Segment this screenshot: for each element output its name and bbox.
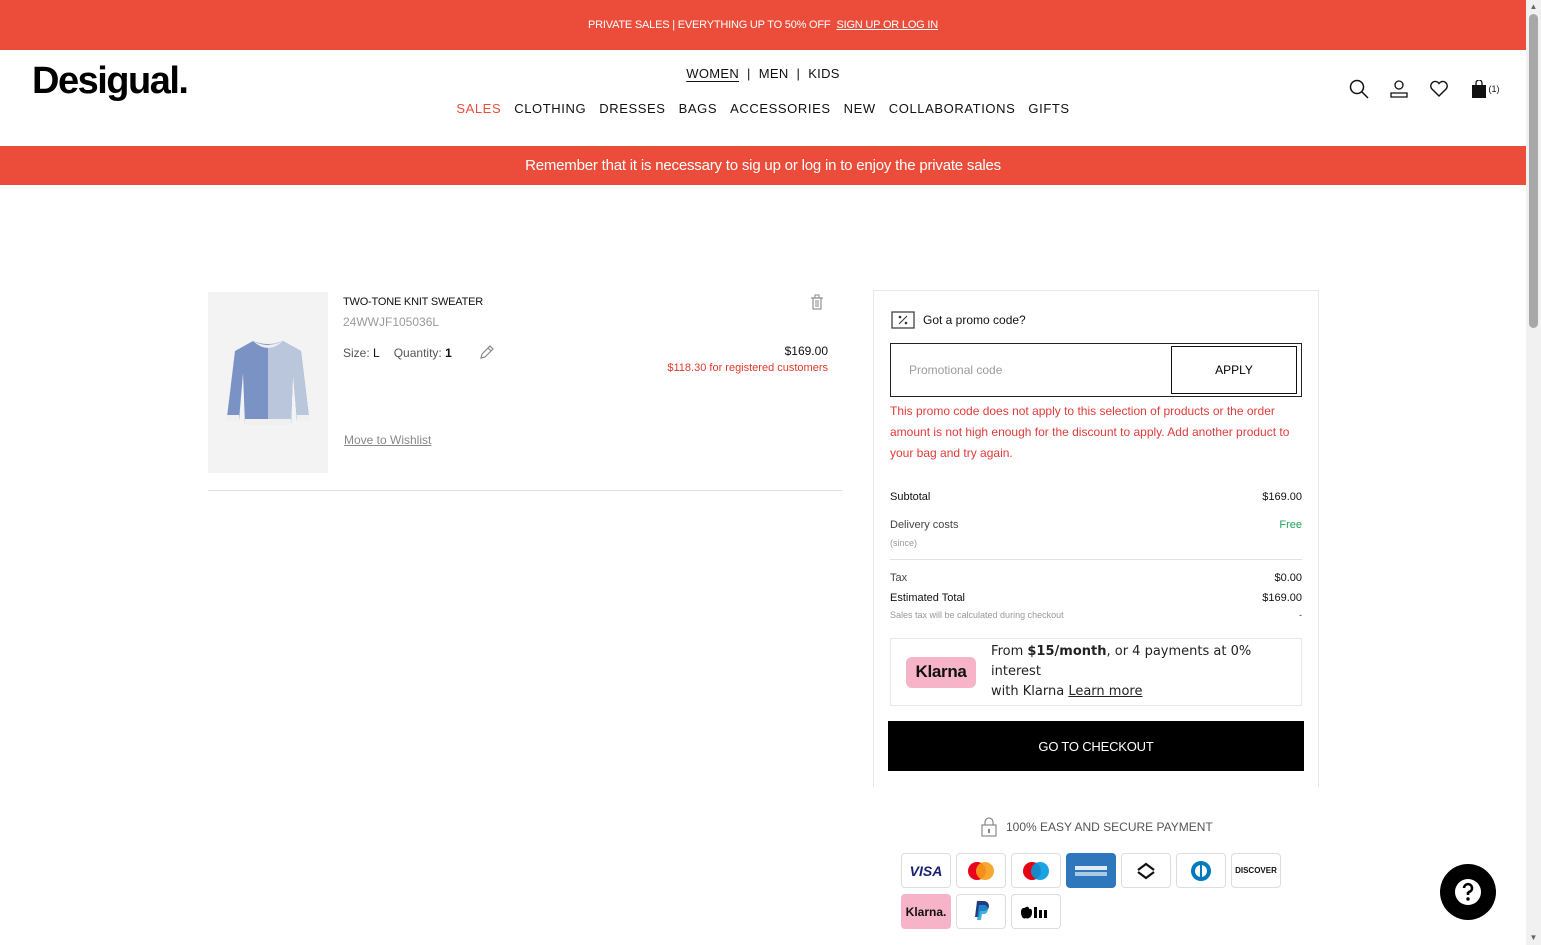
nav-separator: | bbox=[796, 66, 801, 81]
klarna-learn-more-link[interactable]: Learn more bbox=[1068, 684, 1142, 699]
size-info: Size: L bbox=[343, 346, 380, 360]
gender-nav: WOMEN | MEN | KIDS bbox=[0, 66, 1526, 81]
user-icon[interactable] bbox=[1388, 78, 1410, 100]
paypal-icon bbox=[956, 894, 1006, 929]
tax-row: Tax $0.00 bbox=[890, 572, 1302, 584]
top-banner-text: PRIVATE SALES | EVERYTHING UP TO 50% OFF bbox=[588, 19, 831, 31]
nav-gifts[interactable]: GIFTS bbox=[1028, 101, 1069, 116]
american-express-icon bbox=[1066, 853, 1116, 888]
secure-payment: 100% EASY AND SECURE PAYMENT bbox=[980, 817, 1213, 837]
scroll-thumb[interactable] bbox=[1529, 14, 1538, 328]
total-row: Estimated Total $169.00 bbox=[890, 592, 1302, 604]
trash-icon[interactable] bbox=[810, 294, 826, 310]
checkout-button[interactable]: GO TO CHECKOUT bbox=[888, 721, 1304, 771]
nav-women[interactable]: WOMEN bbox=[686, 66, 739, 81]
lock-icon bbox=[981, 817, 997, 837]
scroll-up-arrow[interactable]: ▲ bbox=[1529, 2, 1538, 11]
size-label: Size: bbox=[343, 346, 370, 360]
subtotal-row: Subtotal $169.00 bbox=[890, 491, 1302, 503]
category-nav: SALES CLOTHING DRESSES BAGS ACCESSORIES … bbox=[0, 101, 1526, 116]
total-label: Estimated Total bbox=[890, 592, 966, 604]
nav-clothing[interactable]: CLOTHING bbox=[514, 101, 586, 116]
promo-ticket-icon bbox=[891, 311, 915, 329]
nav-bags[interactable]: BAGS bbox=[679, 101, 718, 116]
size-value: L bbox=[373, 346, 380, 360]
tax-label: Tax bbox=[890, 572, 908, 584]
klarna-pay-icon: Klarna. bbox=[901, 894, 951, 929]
summary-divider bbox=[890, 559, 1302, 560]
scroll-down-arrow[interactable]: ▼ bbox=[1529, 933, 1538, 942]
registered-customer-price: $118.30 for registered customers bbox=[667, 362, 828, 374]
promo-header: Got a promo code? bbox=[891, 311, 1026, 329]
klarna-message: From $15/month, or 4 payments at 0% inte… bbox=[991, 642, 1301, 702]
total-value: $169.00 bbox=[1262, 592, 1302, 604]
subtotal-value: $169.00 bbox=[1262, 491, 1302, 503]
page-scrollbar[interactable]: ▲ ▼ bbox=[1526, 0, 1541, 945]
tax-value: $0.00 bbox=[1274, 572, 1302, 584]
product-name[interactable]: TWO-TONE KNIT SWEATER bbox=[343, 296, 483, 308]
heart-icon[interactable] bbox=[1428, 78, 1450, 100]
bag-count: (1) bbox=[1488, 84, 1500, 94]
signup-login-link[interactable]: SIGN UP OR LOG IN bbox=[836, 19, 938, 31]
shopping-bag-icon[interactable]: (1) bbox=[1468, 78, 1502, 100]
afterpay-icon bbox=[1121, 853, 1171, 888]
delivery-sublabel: (since) bbox=[890, 538, 918, 548]
nav-dresses[interactable]: DRESSES bbox=[599, 101, 665, 116]
quantity-value: 1 bbox=[445, 346, 452, 360]
quantity-info: Quantity: 1 bbox=[394, 346, 452, 360]
diners-club-icon bbox=[1176, 853, 1226, 888]
nav-accessories[interactable]: ACCESSORIES bbox=[730, 101, 831, 116]
klarna-logo: Klarna bbox=[906, 656, 977, 688]
help-chat-button[interactable] bbox=[1440, 864, 1496, 920]
product-image[interactable] bbox=[208, 292, 328, 473]
header-icons: (1) bbox=[1348, 78, 1502, 100]
subtotal-label: Subtotal bbox=[890, 491, 931, 503]
nav-sales[interactable]: SALES bbox=[456, 101, 501, 116]
delivery-row: Delivery costs Free bbox=[890, 519, 1302, 531]
secure-payment-text: 100% EASY AND SECURE PAYMENT bbox=[1006, 820, 1213, 834]
product-price: $169.00 bbox=[784, 344, 828, 358]
nav-kids[interactable]: KIDS bbox=[808, 66, 840, 81]
nav-new[interactable]: NEW bbox=[844, 101, 876, 116]
top-promo-banner: PRIVATE SALES | EVERYTHING UP TO 50% OFF… bbox=[0, 0, 1526, 50]
product-options: Size: L Quantity: 1 bbox=[343, 346, 452, 360]
klarna-banner: Klarna From $15/month, or 4 payments at … bbox=[890, 638, 1302, 706]
payment-methods: VISA DISCOVER Klarna. bbox=[901, 853, 1281, 929]
discover-icon: DISCOVER bbox=[1231, 853, 1281, 888]
promo-code-input[interactable] bbox=[891, 344, 1171, 396]
private-sales-notice: Remember that it is necessary to sig up … bbox=[0, 146, 1526, 185]
klarna-amount: $15/month bbox=[1027, 644, 1107, 659]
nav-men[interactable]: MEN bbox=[759, 66, 789, 81]
visa-icon: VISA bbox=[901, 853, 951, 888]
promo-title: Got a promo code? bbox=[923, 313, 1026, 327]
site-header: Desigual. WOMEN | MEN | KIDS SALES CLOTHING … bbox=[0, 50, 1526, 146]
nav-collaborations[interactable]: COLLABORATIONS bbox=[889, 101, 1016, 116]
product-reference: 24WWJF105036L bbox=[343, 315, 440, 329]
help-question-icon bbox=[1455, 879, 1481, 905]
sales-tax-note-row: Sales tax will be calculated during chec… bbox=[890, 610, 1302, 620]
apply-promo-button[interactable]: APPLY bbox=[1171, 346, 1297, 394]
maestro-icon bbox=[1011, 853, 1061, 888]
nav-separator: | bbox=[747, 66, 751, 81]
mastercard-icon bbox=[956, 853, 1006, 888]
klarna-line2: with Klarna bbox=[991, 684, 1069, 699]
delivery-label: Delivery costs bbox=[890, 519, 959, 531]
cart-item: TWO-TONE KNIT SWEATER 24WWJF105036L Size… bbox=[208, 292, 843, 491]
klarna-pre: From bbox=[991, 644, 1028, 659]
apple-pay-icon bbox=[1011, 894, 1061, 929]
promo-error-message: This promo code does not apply to this s… bbox=[890, 404, 1290, 460]
quantity-label: Quantity: bbox=[393, 346, 442, 360]
sales-tax-note: Sales tax will be calculated during chec… bbox=[890, 610, 1064, 620]
search-icon[interactable] bbox=[1348, 78, 1370, 100]
sales-tax-note-value: - bbox=[1299, 610, 1302, 620]
order-summary: Got a promo code? APPLY This promo code … bbox=[873, 290, 1319, 787]
promo-code-form: APPLY bbox=[890, 343, 1302, 397]
move-to-wishlist-link[interactable]: Move to Wishlist bbox=[344, 433, 431, 447]
edit-pencil-icon[interactable] bbox=[478, 343, 496, 361]
delivery-value: Free bbox=[1279, 519, 1302, 531]
